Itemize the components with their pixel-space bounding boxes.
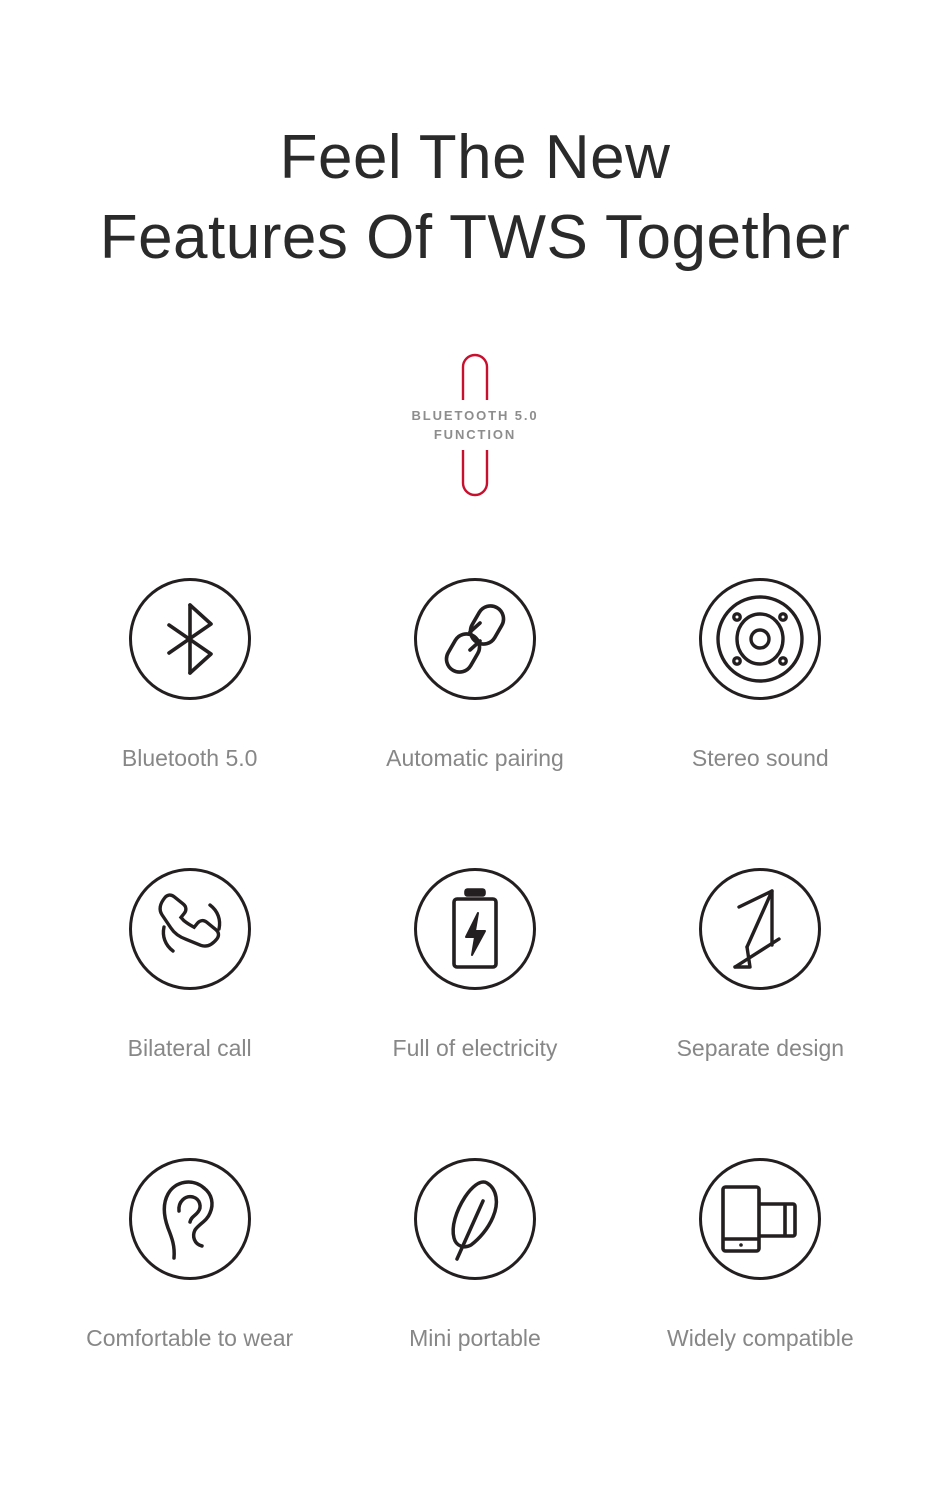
feature-label: Automatic pairing [386, 745, 564, 771]
page-title-line-2: Features Of TWS Together [99, 203, 851, 272]
speaker-driver-icon [716, 595, 805, 683]
badge-text: BLUETOOTH 5.0 FUNCTION [411, 406, 538, 444]
feature-icon-circle [413, 1158, 536, 1280]
feature-icon-circle [699, 1158, 822, 1280]
feature-icon-circle [128, 1158, 251, 1280]
feature-grid: Bluetooth 5.0 Automatic pairing Stereo s… [47, 578, 903, 1448]
feature-icon-circle [699, 578, 822, 700]
feature-label: Bluetooth 5.0 [121, 745, 258, 771]
feature-item: Automatic pairing [332, 578, 617, 868]
phone-handset-waves-icon [158, 893, 221, 953]
feather-icon [451, 1180, 499, 1261]
chain-link-icon [444, 604, 506, 674]
feature-item: Comfortable to wear [47, 1158, 332, 1448]
separate-zigzag-icon [733, 889, 782, 969]
feature-label: Comfortable to wear [86, 1325, 294, 1351]
feature-icon-circle [413, 868, 536, 990]
feature-item: Full of electricity [332, 868, 617, 1158]
feature-icon-circle [699, 868, 822, 990]
arch-bottom-decoration [461, 450, 489, 497]
feature-icon-circle [128, 578, 251, 700]
feature-item: Widely compatible [618, 1158, 903, 1448]
feature-label: Widely compatible [667, 1325, 854, 1351]
feature-label: Separate design [676, 1035, 845, 1061]
phone-tablet-icon [721, 1185, 798, 1253]
badge-text-line-1: BLUETOOTH 5.0 [411, 408, 539, 423]
ear-icon [162, 1180, 214, 1260]
page-title: Feel The New Features Of TWS Together [0, 118, 950, 278]
promo-page: Feel The New Features Of TWS Together BL… [0, 0, 950, 1507]
feature-item: Bilateral call [47, 868, 332, 1158]
feature-item: Mini portable [332, 1158, 617, 1448]
feature-label: Mini portable [409, 1325, 541, 1351]
bluetooth-function-badge: BLUETOOTH 5.0 FUNCTION [0, 352, 950, 498]
arch-top-decoration [461, 353, 489, 400]
bluetooth-icon [166, 603, 213, 675]
feature-label: Full of electricity [392, 1035, 558, 1061]
page-title-line-1: Feel The New [279, 123, 671, 192]
feature-item: Separate design [618, 868, 903, 1158]
feature-icon-circle [128, 868, 251, 990]
feature-item: Bluetooth 5.0 [47, 578, 332, 868]
battery-bolt-icon [452, 888, 498, 969]
feature-icon-circle [413, 578, 536, 700]
badge-text-line-2: FUNCTION [433, 427, 517, 442]
feature-item: Stereo sound [618, 578, 903, 868]
feature-label: Stereo sound [691, 745, 829, 771]
feature-label: Bilateral call [127, 1035, 252, 1061]
